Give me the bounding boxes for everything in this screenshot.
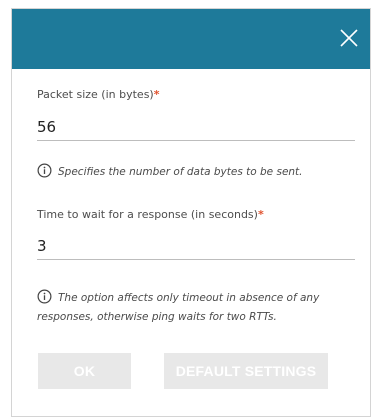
info-icon [37,163,52,178]
packet-size-label: Packet size (in bytes)* [37,88,160,101]
packet-size-label-text: Packet size (in bytes) [37,88,154,101]
required-asterisk: * [153,88,160,101]
timeout-label: Time to wait for a response (in seconds)… [37,208,264,221]
default-settings-button[interactable]: DEFAULT SETTINGS [164,353,328,389]
packet-size-input[interactable] [37,113,355,141]
packet-size-hint-text: Specifies the number of data bytes to be… [58,166,303,178]
packet-size-hint: Specifies the number of data bytes to be… [37,163,359,182]
close-button[interactable] [334,23,364,53]
timeout-label-text: Time to wait for a response (in seconds) [37,208,258,221]
ping-settings-dialog: Packet size (in bytes)* Specifies the nu… [11,8,371,417]
info-icon [37,289,52,304]
close-icon [340,29,358,47]
required-asterisk: * [257,208,264,221]
ok-button[interactable]: OK [38,353,131,389]
timeout-hint: The option affects only timeout in absen… [37,289,359,327]
timeout-input[interactable] [37,232,355,260]
timeout-hint-text: The option affects only timeout in absen… [37,292,320,323]
dialog-header [12,9,370,69]
